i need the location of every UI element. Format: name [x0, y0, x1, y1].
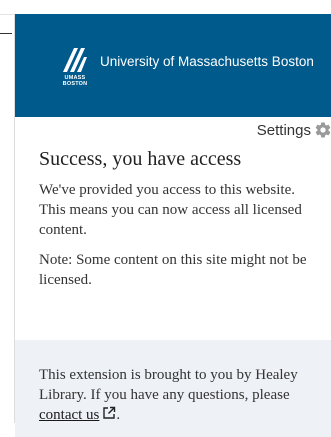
footer-section: This extension is brought to you by Heal…: [15, 340, 331, 437]
header-banner: UMASS BOSTON University of Massachusetts…: [15, 14, 331, 117]
umass-boston-logo: UMASS BOSTON: [58, 45, 92, 87]
external-link-icon[interactable]: [102, 406, 116, 420]
university-name: University of Massachusetts Boston: [100, 54, 314, 69]
footer-text-main: This extension is brought to you by Heal…: [39, 367, 298, 403]
logo-line-umass: UMASS: [64, 74, 86, 81]
contact-us-link[interactable]: contact us: [39, 407, 99, 423]
window-top-bar: [0, 0, 331, 15]
logo-line-boston: BOSTON: [62, 80, 88, 87]
logo-text: UMASS BOSTON: [63, 75, 88, 87]
umass-logo-icon: [63, 47, 87, 72]
window-edge-mark: [0, 33, 12, 34]
settings-button[interactable]: Settings: [257, 121, 331, 139]
settings-label: Settings: [256, 121, 311, 139]
footer-text-end: .: [116, 407, 121, 423]
gear-icon: [315, 122, 331, 138]
footer-text: This extension is brought to you by Heal…: [39, 365, 324, 425]
page-title: Success, you have access: [39, 148, 242, 170]
extension-popup: UMASS BOSTON University of Massachusetts…: [14, 14, 331, 437]
license-note: Note: Some content on this site might no…: [39, 252, 307, 288]
access-description: We've provided you access to this websit…: [39, 182, 302, 238]
